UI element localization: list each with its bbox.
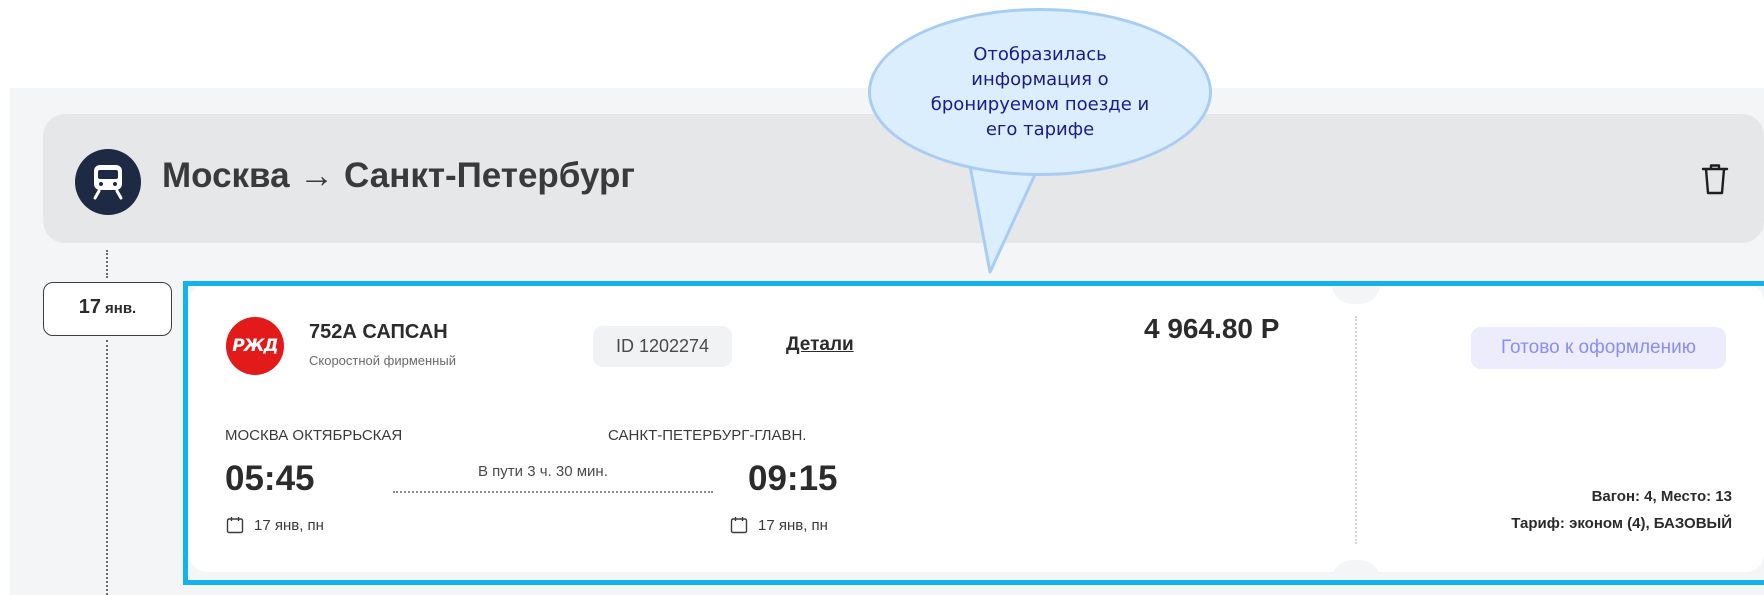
arrival-station: САНКТ-ПЕТЕРБУРГ-ГЛАВН. [608, 427, 807, 444]
trash-icon[interactable] [1700, 162, 1730, 196]
trip-duration: В пути 3 ч. 30 мин. [478, 463, 608, 480]
timeline-connector [106, 250, 108, 278]
train-icon [75, 149, 141, 215]
timeline-line [106, 340, 108, 595]
timeline-date: 17 янв. [43, 282, 172, 336]
train-type: Скоростной фирменный [309, 353, 456, 368]
calendar-icon [226, 517, 244, 534]
rzd-logo: РЖД [226, 317, 284, 375]
route-line [393, 491, 713, 493]
arrival-date-text: 17 янв, пн [758, 516, 828, 534]
booking-id-chip: ID 1202274 [593, 326, 732, 367]
calendar-icon [730, 517, 748, 534]
timeline-date-month: янв. [105, 300, 137, 317]
seat-info: Вагон: 4, Место: 13 [1591, 488, 1732, 505]
status-badge: Готово к оформлению [1471, 327, 1726, 369]
train-number: 752А САПСАН [309, 321, 448, 343]
arrival-time: 09:15 [748, 459, 838, 498]
departure-date: 17 янв, пн [226, 516, 324, 534]
ticket-price: 4 964.80 Р [1144, 313, 1280, 344]
card-divider [1355, 316, 1357, 544]
departure-date-text: 17 янв, пн [254, 516, 324, 534]
departure-time: 05:45 [225, 459, 315, 498]
route-title: Москва → Санкт-Петербург [162, 156, 635, 195]
details-link[interactable]: Детали [786, 334, 854, 356]
annotation-callout: Отобразилась информация о бронируемом по… [868, 8, 1212, 176]
timeline-date-day: 17 [78, 296, 102, 318]
arrival-date: 17 янв, пн [730, 516, 828, 534]
tariff-info: Тариф: эконом (4), БАЗОВЫЙ [1511, 515, 1732, 532]
departure-station: МОСКВА ОКТЯБРЬСКАЯ [225, 427, 403, 444]
callout-text: Отобразилась информация о бронируемом по… [930, 44, 1150, 140]
